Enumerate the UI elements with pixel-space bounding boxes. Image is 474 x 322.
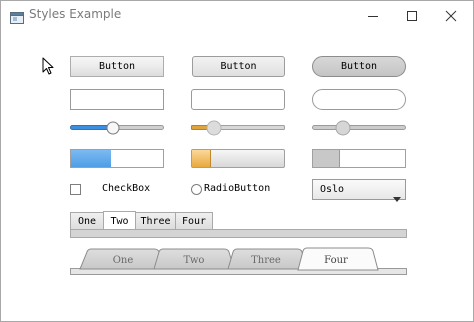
progress-fill [192,150,212,167]
maximize-icon [407,11,417,21]
slider-handle[interactable] [206,120,222,136]
checkbox-label[interactable]: CheckBox [102,183,150,194]
tab-label: Four [324,255,348,266]
progress-bar-style-3 [312,149,406,168]
button-label: Button [340,61,378,72]
window-title: Styles Example [29,7,122,21]
radio-button-label[interactable]: RadioButton [204,183,270,194]
button-label: Button [220,61,257,72]
tab-label: Three [140,216,171,227]
tab-two[interactable]: Two [103,211,136,230]
slider-style-1[interactable] [70,119,164,137]
slider-style-2[interactable] [191,119,285,137]
city-combobox[interactable]: Oslo [312,179,406,202]
text-field-style-1[interactable] [70,89,164,110]
slider-style-3[interactable] [312,119,406,137]
mouse-cursor-icon [42,57,54,79]
radio-button[interactable] [191,184,202,195]
button-style-2[interactable]: Button [192,56,285,77]
progress-fill [71,150,112,167]
tab-label: Three [251,255,281,266]
tab-label: Two [110,215,129,227]
slider-handle[interactable] [106,121,120,135]
close-icon [445,10,457,22]
minimize-icon [368,16,378,17]
tab-label: One [112,255,134,266]
progress-bar-style-2 [191,149,285,168]
maximize-button[interactable] [390,3,434,29]
minimize-button[interactable] [351,3,395,29]
tab-three[interactable]: Three [135,212,176,230]
tab-one[interactable]: One [70,212,104,230]
progress-bar-style-1 [70,149,164,168]
slider-handle[interactable] [335,120,351,136]
chevron-down-icon[interactable] [393,187,401,206]
tab-four[interactable]: Four [175,212,213,230]
tab-label: One [77,216,97,227]
button-style-3[interactable]: Button [312,56,406,77]
checkbox[interactable] [70,184,81,195]
tab-label: Four [181,216,207,227]
button-style-1[interactable]: Button [70,56,164,77]
text-field-style-2[interactable] [191,89,285,110]
tab-bar-simple: One Two Three Four [70,211,213,230]
tab-label: Two [183,255,205,266]
tab-bar-simple-pane [70,229,407,238]
tab-bar-rounded: One Two Three Four [70,246,407,276]
progress-fill [313,150,340,167]
title-bar[interactable]: Styles Example [1,1,473,31]
button-label: Button [98,61,136,72]
combobox-value: Oslo [320,184,345,195]
app-window-icon [10,9,24,24]
styles-example-window: Styles Example Button Button Button Chec… [0,0,474,322]
text-field-style-3[interactable] [312,89,406,110]
close-button[interactable] [429,3,473,29]
